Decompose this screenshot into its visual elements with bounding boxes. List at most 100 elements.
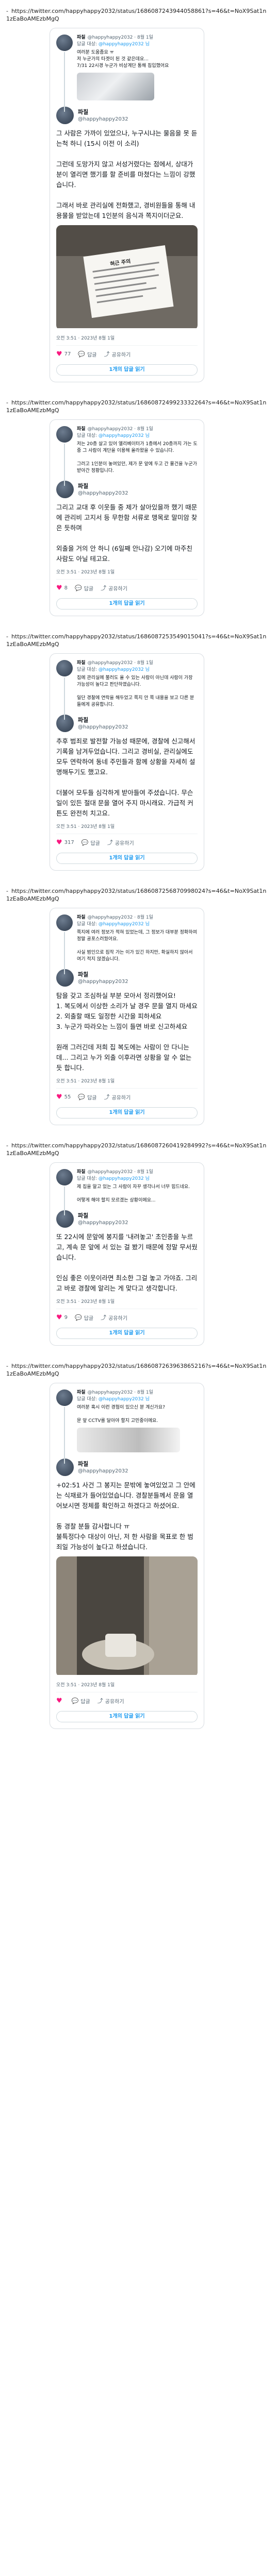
tweet-timestamp[interactable]: 오전 3:51 · 2023년 8월 1일 <box>56 334 198 346</box>
avatar-column <box>56 426 77 486</box>
reply-to-handle[interactable]: @happyhappy2032 님 <box>99 433 150 438</box>
avatar[interactable] <box>56 660 73 676</box>
share-button[interactable]: ⤴ 공유하기 <box>101 1313 127 1321</box>
avatar[interactable] <box>56 715 74 732</box>
like-button[interactable]: ♥ 9 <box>56 1314 68 1321</box>
tweet-url-text[interactable]: https://twitter.com/happyhappy2032/statu… <box>6 8 266 22</box>
author-block: 파칠 @happyhappy2032 <box>78 1461 128 1475</box>
author-name[interactable]: 파칠 <box>77 427 86 432</box>
read-replies-button[interactable]: 1개의 답글 읽기 <box>56 364 198 376</box>
tweet-url-text[interactable]: https://twitter.com/happyhappy2032/statu… <box>6 633 266 648</box>
share-button[interactable]: ⤴ 공유하기 <box>101 584 127 592</box>
read-replies-button[interactable]: 1개의 답글 읽기 <box>56 853 198 864</box>
tweet-timestamp[interactable]: 오전 3:51 · 2023년 8월 1일 <box>56 568 198 580</box>
avatar[interactable] <box>56 481 74 498</box>
tweet-meta: 파칠 @happyhappy2032 · 8월 1일 <box>77 35 198 41</box>
tweet-url[interactable]: - https://twitter.com/happyhappy2032/stat… <box>0 1362 277 1378</box>
author-name[interactable]: 파칠 <box>77 1170 86 1175</box>
author-name[interactable]: 파칠 <box>78 483 128 490</box>
tweet-url-text[interactable]: https://twitter.com/happyhappy2032/statu… <box>6 399 266 414</box>
avatar[interactable] <box>56 426 73 443</box>
read-replies-button[interactable]: 1개의 답글 읽기 <box>56 1328 198 1339</box>
thread-parent-text: 쪽지에 여러 정보가 적혀 있었는데, 그 정보가 대부분 정확하여 정말 공포… <box>77 930 197 962</box>
author-name[interactable]: 파칠 <box>78 1461 128 1468</box>
like-count: 8 <box>64 585 68 591</box>
tweet-url[interactable]: - https://twitter.com/happyhappy2032/stat… <box>0 7 277 23</box>
main-tweet-text: 또 22시에 문앞에 봉지를 '내려놓고' 초인종을 누르고, 계속 문 앞에 … <box>56 1233 198 1292</box>
comment-button[interactable]: 💬 답글 <box>78 1093 96 1101</box>
thread-parent[interactable]: 파칠 @happyhappy2032 · 8월 1일 답글 대상: @happyha… <box>56 914 198 974</box>
tweet-url[interactable]: - https://twitter.com/happyhappy2032/stat… <box>0 1142 277 1157</box>
share-button[interactable]: ⤴ 공유하기 <box>107 838 134 846</box>
comment-button[interactable]: 💬 답글 <box>75 1314 93 1321</box>
comment-button[interactable]: 💬 답글 <box>82 839 100 846</box>
reply-to-handle[interactable]: @happyhappy2032 님 <box>99 1176 150 1181</box>
reply-to-prefix: 답글 대상: <box>77 42 97 47</box>
tweet-url[interactable]: - https://twitter.com/happyhappy2032/stat… <box>0 887 277 903</box>
tweet-photo[interactable] <box>56 1556 198 1677</box>
page-root: - https://twitter.com/happyhappy2032/stat… <box>0 0 277 1738</box>
avatar[interactable] <box>56 35 73 51</box>
avatar[interactable] <box>56 969 74 987</box>
author-handle[interactable]: @happyhappy2032 <box>78 490 128 497</box>
thread-parent[interactable]: 파칠 @happyhappy2032 · 8월 1일 답글 대상: @happyha… <box>56 660 198 720</box>
author-name[interactable]: 파칠 <box>78 109 128 116</box>
tweet-photo[interactable]: 혀근 주의 <box>56 225 198 330</box>
thread-parent[interactable]: 파칠 @happyhappy2032 · 8월 1일 답글 대상: @happyha… <box>56 1389 198 1464</box>
avatar[interactable] <box>56 1459 74 1476</box>
author-handle[interactable]: @happyhappy2032 <box>78 978 128 985</box>
share-button[interactable]: ⤴ 공유하기 <box>104 350 131 358</box>
author-handle: @happyhappy2032 <box>87 660 133 666</box>
read-replies-button[interactable]: 1개의 답글 읽기 <box>56 1107 198 1118</box>
author-name[interactable]: 파칠 <box>78 971 128 978</box>
comment-button[interactable]: 💬 답글 <box>72 1697 90 1705</box>
author-handle[interactable]: @happyhappy2032 <box>78 1219 128 1226</box>
read-replies-button[interactable]: 1개의 답글 읽기 <box>56 598 198 609</box>
tweet-url-text[interactable]: https://twitter.com/happyhappy2032/statu… <box>6 1363 266 1377</box>
like-count: 77 <box>64 351 71 357</box>
thread-parent-image[interactable] <box>77 73 154 100</box>
reply-to-handle[interactable]: @happyhappy2032 님 <box>99 667 150 672</box>
avatar[interactable] <box>56 1389 73 1406</box>
author-handle[interactable]: @happyhappy2032 <box>78 724 128 731</box>
avatar[interactable] <box>56 914 73 931</box>
author-handle[interactable]: @happyhappy2032 <box>78 1468 128 1475</box>
avatar[interactable] <box>56 107 74 124</box>
author-name[interactable]: 파칠 <box>78 1212 128 1219</box>
avatar[interactable] <box>56 1210 74 1228</box>
author-name[interactable]: 파칠 <box>77 915 86 920</box>
thread-parent[interactable]: 파칠 @happyhappy2032 · 8월 1일 답글 대상: @happyha… <box>56 1169 198 1215</box>
author-name[interactable]: 파칠 <box>78 717 128 724</box>
tweet-url-text[interactable]: https://twitter.com/happyhappy2032/statu… <box>6 888 266 902</box>
tweet-url[interactable]: - https://twitter.com/happyhappy2032/stat… <box>0 633 277 648</box>
like-button[interactable]: ♥ 77 <box>56 350 71 358</box>
thread-parent-image[interactable] <box>77 1428 180 1452</box>
tweet-timestamp[interactable]: 오전 3:51 · 2023년 8월 1일 <box>56 1077 198 1089</box>
author-name[interactable]: 파칠 <box>77 660 86 666</box>
tweet-timestamp[interactable]: 오전 3:51 · 2023년 8월 1일 <box>56 1681 198 1692</box>
author-name[interactable]: 파칠 <box>77 1390 86 1395</box>
tweet-url[interactable]: - https://twitter.com/happyhappy2032/stat… <box>0 399 277 414</box>
share-button[interactable]: ⤴ 공유하기 <box>104 1093 131 1101</box>
like-button[interactable]: ♥ 317 <box>56 839 74 846</box>
author-handle[interactable]: @happyhappy2032 <box>78 116 128 123</box>
tweet-timestamp[interactable]: 오전 3:51 · 2023년 8월 1일 <box>56 823 198 834</box>
thread-parent[interactable]: 파칠 @happyhappy2032 · 8월 1일 답글 대상: @happyha… <box>56 35 198 112</box>
tweet-timestamp[interactable]: 오전 3:51 · 2023년 8월 1일 <box>56 1298 198 1309</box>
like-button[interactable]: ♥ <box>56 1697 64 1705</box>
author-name[interactable]: 파칠 <box>77 35 86 40</box>
separator-dot: · <box>133 427 138 432</box>
comment-button[interactable]: 💬 답글 <box>75 584 93 592</box>
like-button[interactable]: ♥ 55 <box>56 1093 71 1101</box>
reply-to-handle[interactable]: @happyhappy2032 님 <box>99 42 150 47</box>
like-button[interactable]: ♥ 8 <box>56 584 68 592</box>
comment-button[interactable]: 💬 답글 <box>78 350 96 358</box>
reply-to-handle[interactable]: @happyhappy2032 님 <box>99 1397 150 1402</box>
thread-parent[interactable]: 파칠 @happyhappy2032 · 8월 1일 답글 대상: @happyha… <box>56 426 198 486</box>
tweet-url-text[interactable]: https://twitter.com/happyhappy2032/statu… <box>6 1142 266 1157</box>
avatar[interactable] <box>56 1169 73 1185</box>
tweet-card: 파칠 @happyhappy2032 · 8월 1일 답글 대상: @happyha… <box>50 908 204 1125</box>
read-replies-button[interactable]: 1개의 답글 읽기 <box>56 1711 198 1722</box>
share-button[interactable]: ⤴ 공유하기 <box>97 1697 124 1705</box>
reply-to-handle[interactable]: @happyhappy2032 님 <box>99 922 150 927</box>
